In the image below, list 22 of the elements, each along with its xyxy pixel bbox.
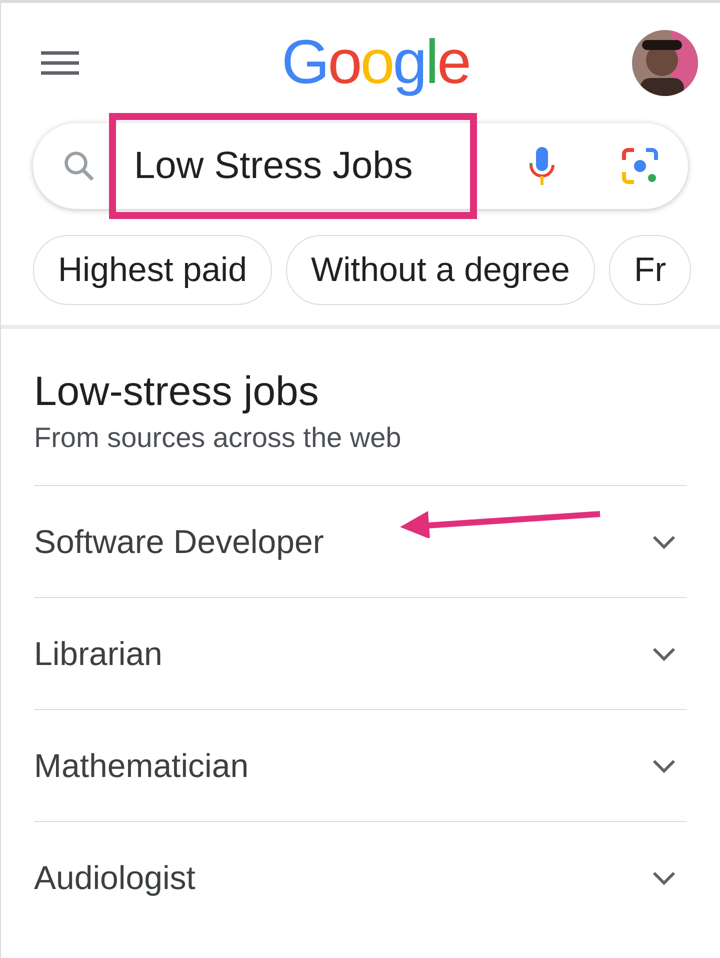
accordion-item[interactable]: Audiologist bbox=[34, 821, 687, 933]
accordion-item[interactable]: Mathematician bbox=[34, 709, 687, 821]
chevron-icon bbox=[651, 534, 677, 550]
microphone-icon[interactable] bbox=[528, 145, 556, 187]
filter-chip[interactable]: Highest paid bbox=[33, 235, 272, 305]
item-label: Audiologist bbox=[34, 858, 196, 898]
chevron-icon bbox=[651, 646, 677, 662]
menu-icon[interactable] bbox=[41, 50, 79, 76]
section-subtitle: From sources across the web bbox=[34, 421, 402, 455]
filter-chip[interactable]: Fr bbox=[608, 235, 692, 305]
chevron-icon bbox=[651, 870, 677, 886]
section-title: Low-stress jobs bbox=[34, 367, 320, 415]
google-logo[interactable]: Google bbox=[282, 32, 470, 94]
accordion-item[interactable]: Librarian bbox=[34, 597, 687, 709]
item-label: Software Developer bbox=[34, 522, 324, 562]
accordion-item[interactable]: Software Developer bbox=[34, 485, 687, 597]
camera-icon[interactable] bbox=[620, 146, 660, 186]
search-field[interactable]: Low Stress Jobs bbox=[109, 113, 477, 219]
item-label: Librarian bbox=[34, 634, 162, 674]
filter-chip[interactable]: Without a degree bbox=[286, 235, 595, 305]
chevron-icon bbox=[651, 758, 677, 774]
item-label: Mathematician bbox=[34, 746, 249, 786]
